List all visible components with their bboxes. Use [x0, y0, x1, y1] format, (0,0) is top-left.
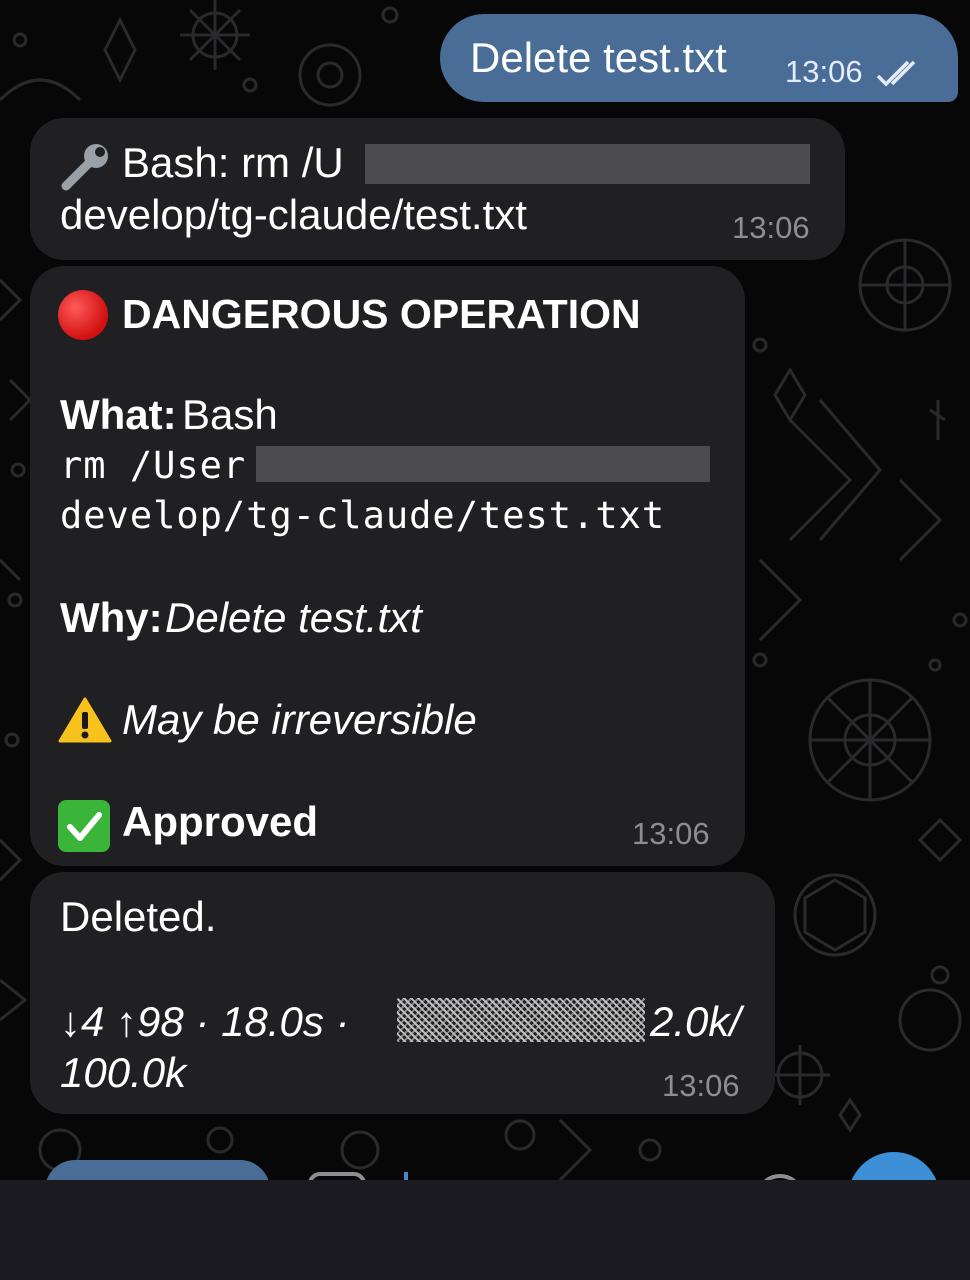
check-mark-icon — [58, 800, 110, 852]
tool-call-line1: Bash: rm /U — [122, 139, 344, 186]
tool-call-message-bubble[interactable]: Bash: rm /U develop/tg-claude/test.txt 1… — [30, 118, 845, 260]
message-timestamp: 13:06 — [732, 210, 810, 245]
message-timestamp: 13:06 — [662, 1068, 740, 1103]
danger-title: DANGEROUS OPERATION — [122, 291, 641, 337]
context-progress-bar — [397, 998, 645, 1042]
redacted-path — [365, 144, 810, 184]
what-label: What: — [60, 391, 177, 438]
what-value: Bash — [182, 391, 278, 438]
red-circle-icon — [58, 290, 108, 340]
outgoing-message-text: Delete test.txt — [470, 34, 727, 81]
danger-message-bubble[interactable]: DANGEROUS OPERATION What: Bash rm /User … — [30, 266, 745, 866]
why-value: Delete test.txt — [165, 594, 422, 641]
why-label: Why: — [60, 594, 163, 641]
result-text: Deleted. — [60, 893, 217, 940]
command-line1: rm /User — [60, 444, 247, 487]
outgoing-message-bubble[interactable]: Delete test.txt 13:06 — [440, 14, 958, 102]
message-timestamp: 13:06 — [632, 816, 710, 851]
redacted-path — [256, 446, 710, 482]
stats-line2: 100.0k — [60, 1049, 187, 1096]
double-check-icon — [876, 60, 916, 87]
warning-icon — [58, 696, 112, 749]
approved-status: Approved — [122, 798, 319, 845]
stats-context-used: 2.0k/ — [650, 998, 742, 1045]
warning-text: May be irreversible — [122, 696, 477, 743]
bottom-navigation-area — [0, 1180, 970, 1280]
message-timestamp: 13:06 — [785, 54, 863, 89]
result-message-bubble[interactable]: Deleted. ↓4 ↑98 · 18.0s · 2.0k/ 100.0k 1… — [30, 872, 775, 1114]
tool-call-line2: develop/tg-claude/test.txt — [60, 191, 527, 238]
stats-line1: ↓4 ↑98 · 18.0s · — [60, 998, 350, 1045]
command-line2: develop/tg-claude/test.txt — [60, 494, 666, 537]
